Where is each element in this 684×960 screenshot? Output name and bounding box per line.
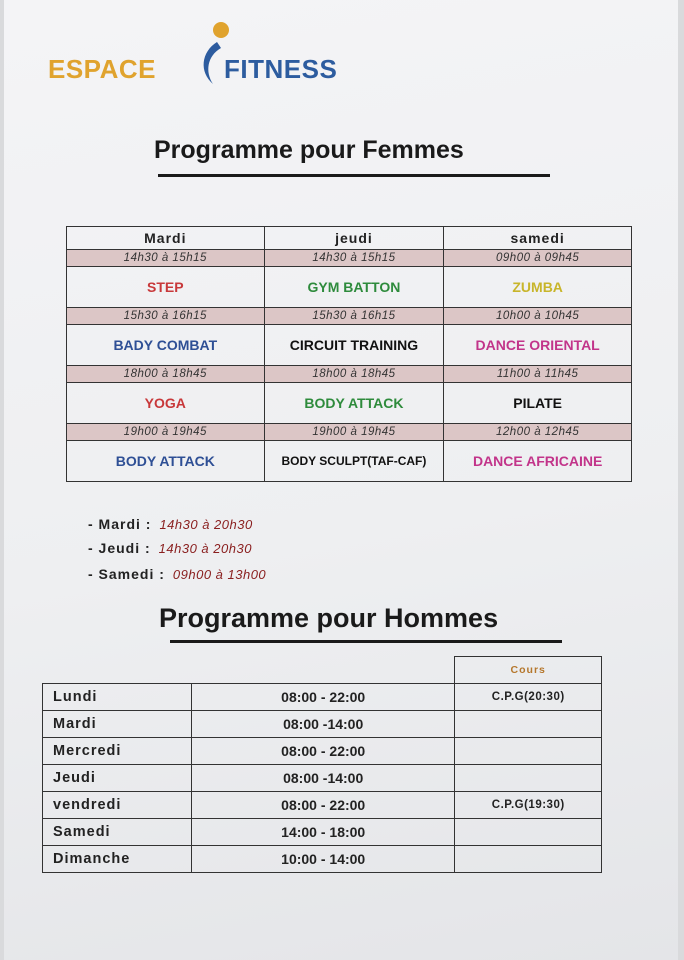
class-name: STEP: [66, 266, 265, 308]
day-cell: Jeudi: [42, 763, 192, 792]
day-cell: vendredi: [42, 790, 192, 819]
time-row: 15h30 à 16h15 15h30 à 16h15 10h00 à 10h4…: [66, 307, 632, 325]
table-row: vendredi 08:00 - 22:00 C.P.G(19:30): [42, 790, 602, 819]
hommes-title: Programme pour Hommes: [159, 603, 499, 633]
hours-cell: 08:00 - 22:00: [190, 736, 456, 765]
day-header: jeudi: [263, 226, 445, 250]
class-name: ZUMBA: [443, 266, 632, 308]
time-slot: 09h00 à 09h45: [443, 249, 632, 267]
time-slot: 19h00 à 19h45: [263, 423, 445, 441]
cours-cell: [454, 817, 602, 846]
class-name: DANCE AFRICAINE: [443, 440, 632, 482]
time-slot: 19h00 à 19h45: [66, 423, 265, 441]
day-header: Mardi: [66, 226, 265, 250]
class-name: CIRCUIT TRAINING: [263, 324, 445, 366]
class-name: GYM BATTON: [263, 266, 445, 308]
hours-cell: 08:00 - 22:00: [190, 682, 456, 711]
class-name: DANCE ORIENTAL: [443, 324, 632, 366]
time-slot: 14h30 à 15h15: [263, 249, 445, 267]
poster-sheet: ESPACE FITNESS Programme pour Femmes Mar…: [4, 0, 678, 960]
class-name: BODY ATTACK: [263, 382, 445, 424]
class-name: BADY COMBAT: [66, 324, 265, 366]
schedule-day: - Jeudi :: [88, 540, 151, 556]
femmes-title-underline: [158, 174, 550, 177]
day-cell: Dimanche: [42, 844, 192, 873]
time-slot: 15h30 à 16h15: [66, 307, 265, 325]
femmes-header-row: Mardi jeudi samedi: [66, 226, 632, 250]
table-row: Jeudi 08:00 -14:00: [42, 763, 602, 792]
cours-cell: [454, 709, 602, 738]
class-name: YOGA: [66, 382, 265, 424]
cours-cell: [454, 844, 602, 873]
logo-word-fitness: FITNESS: [224, 54, 338, 84]
time-row: 19h00 à 19h45 19h00 à 19h45 12h00 à 12h4…: [66, 423, 632, 441]
table-row: Dimanche 10:00 - 14:00: [42, 844, 602, 873]
time-slot: 11h00 à 11h45: [443, 365, 632, 383]
day-cell: Samedi: [42, 817, 192, 846]
schedule-line: - Jeudi : 14h30 à 20h30: [88, 540, 252, 556]
time-slot: 14h30 à 15h15: [66, 249, 265, 267]
cours-cell: [454, 736, 602, 765]
table-row: Lundi 08:00 - 22:00 C.P.G(20:30): [42, 682, 602, 711]
schedule-hours: 14h30 à 20h30: [159, 517, 253, 532]
table-row: Samedi 14:00 - 18:00: [42, 817, 602, 846]
time-row: 14h30 à 15h15 14h30 à 15h15 09h00 à 09h4…: [66, 249, 632, 267]
hours-cell: 08:00 -14:00: [190, 763, 456, 792]
time-slot: 12h00 à 12h45: [443, 423, 632, 441]
time-row: 18h00 à 18h45 18h00 à 18h45 11h00 à 11h4…: [66, 365, 632, 383]
hommes-title-underline: [170, 640, 562, 643]
class-row: BODY ATTACK BODY SCULPT(TAF-CAF) DANCE A…: [66, 440, 632, 482]
schedule-hours: 09h00 à 13h00: [172, 567, 267, 582]
time-slot: 18h00 à 18h45: [263, 365, 445, 383]
hours-cell: 10:00 - 14:00: [190, 844, 456, 873]
femmes-timetable: Mardi jeudi samedi 14h30 à 15h15 14h30 à…: [66, 226, 632, 482]
schedule-line: - Mardi : 14h30 à 20h30: [88, 516, 253, 532]
time-slot: 10h00 à 10h45: [443, 307, 632, 325]
class-name: BODY ATTACK: [66, 440, 265, 482]
hommes-timetable: Cours Lundi 08:00 - 22:00 C.P.G(20:30) M…: [42, 656, 602, 873]
class-row: STEP GYM BATTON ZUMBA: [66, 266, 632, 308]
time-slot: 15h30 à 16h15: [263, 307, 445, 325]
cours-cell: C.P.G(20:30): [454, 682, 602, 711]
class-row: BADY COMBAT CIRCUIT TRAINING DANCE ORIEN…: [66, 324, 632, 366]
hommes-header-row: Cours: [43, 656, 602, 684]
hours-cell: 08:00 - 22:00: [190, 790, 456, 819]
day-header: samedi: [443, 226, 632, 250]
time-slot: 18h00 à 18h45: [66, 365, 265, 383]
day-cell: Lundi: [42, 682, 192, 711]
cours-cell: C.P.G(19:30): [454, 790, 602, 819]
class-name: BODY SCULPT(TAF-CAF): [263, 440, 445, 482]
schedule-line: - Samedi : 09h00 à 13h00: [88, 566, 266, 582]
cours-cell: [454, 763, 602, 792]
femmes-title: Programme pour Femmes: [154, 136, 464, 164]
day-cell: Mercredi: [42, 736, 192, 765]
schedule-hours: 14h30 à 20h30: [158, 541, 252, 556]
class-name: PILATE: [443, 382, 632, 424]
class-row: YOGA BODY ATTACK PILATE: [66, 382, 632, 424]
schedule-day: - Samedi :: [88, 566, 165, 582]
hours-cell: 14:00 - 18:00: [190, 817, 456, 846]
table-row: Mardi 08:00 -14:00: [42, 709, 602, 738]
cours-header: Cours: [454, 656, 602, 684]
schedule-day: - Mardi :: [88, 516, 152, 532]
day-cell: Mardi: [42, 709, 192, 738]
hours-cell: 08:00 -14:00: [190, 709, 456, 738]
table-row: Mercredi 08:00 - 22:00: [42, 736, 602, 765]
logo-word-espace: ESPACE: [48, 54, 156, 84]
